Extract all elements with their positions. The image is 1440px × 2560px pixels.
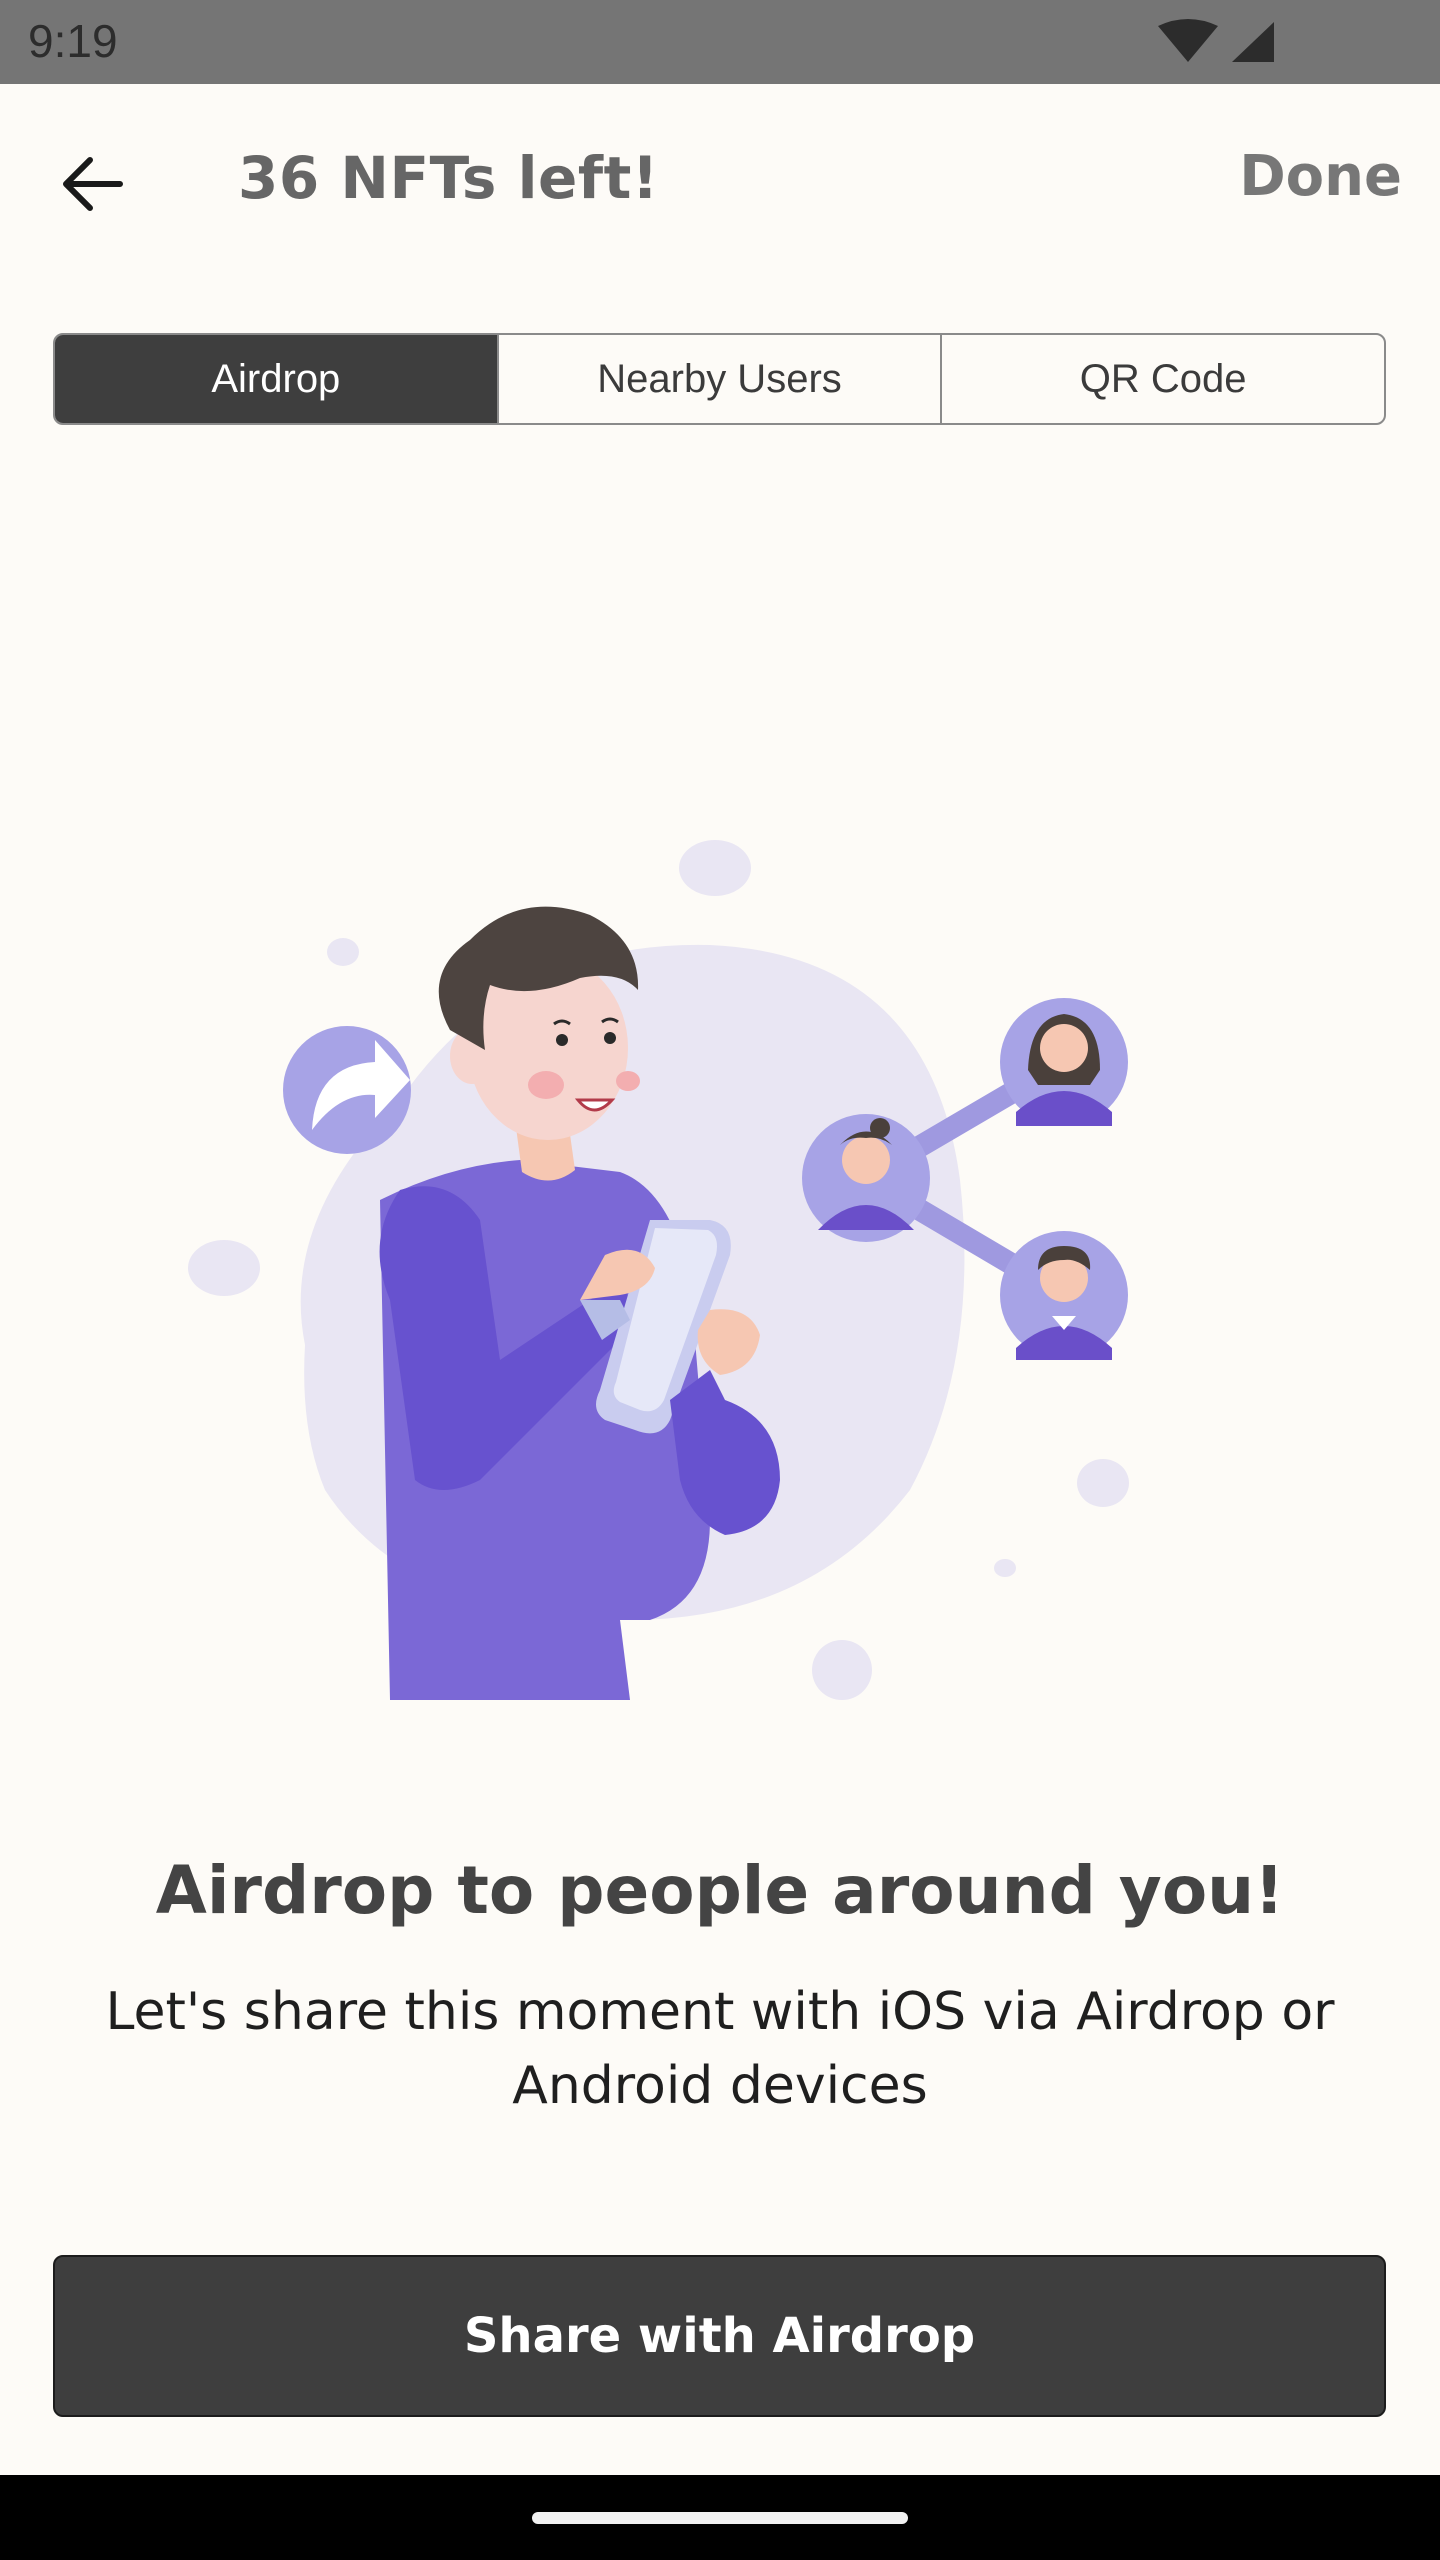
- done-button[interactable]: Done: [1239, 144, 1402, 209]
- description: Let's share this moment with iOS via Air…: [105, 1982, 1335, 2116]
- page-title: 36 NFTs left!: [238, 144, 659, 212]
- tab-nearby-users[interactable]: Nearby Users: [499, 335, 943, 423]
- avatar-node-top: [1000, 998, 1128, 1126]
- tab-airdrop[interactable]: Airdrop: [55, 335, 499, 423]
- avatar-node-bottom: [1000, 1231, 1128, 1360]
- share-method-tabs: Airdrop Nearby Users QR Code: [53, 333, 1386, 425]
- wifi-icon: [1158, 19, 1218, 62]
- status-time: 9:19: [28, 15, 118, 67]
- arrow-left-icon: [63, 157, 123, 211]
- home-indicator[interactable]: [532, 2512, 908, 2524]
- app-bar: 36 NFTs left! Done: [0, 84, 1440, 280]
- status-bar: 9:19: [0, 0, 1440, 84]
- share-button-label: Share with Airdrop: [463, 2308, 976, 2364]
- headline: Airdrop to people around you!: [155, 1852, 1285, 1929]
- cellular-signal-icon: [1232, 22, 1274, 62]
- avatar-node-left: [802, 1114, 930, 1242]
- back-button[interactable]: [44, 136, 140, 232]
- share-arrow-icon: [283, 1026, 411, 1154]
- share-with-airdrop-button[interactable]: Share with Airdrop: [53, 2255, 1386, 2417]
- status-icons: [1154, 18, 1294, 66]
- person-sharing-illustration: [150, 800, 1150, 1740]
- tab-qr-code[interactable]: QR Code: [942, 335, 1384, 423]
